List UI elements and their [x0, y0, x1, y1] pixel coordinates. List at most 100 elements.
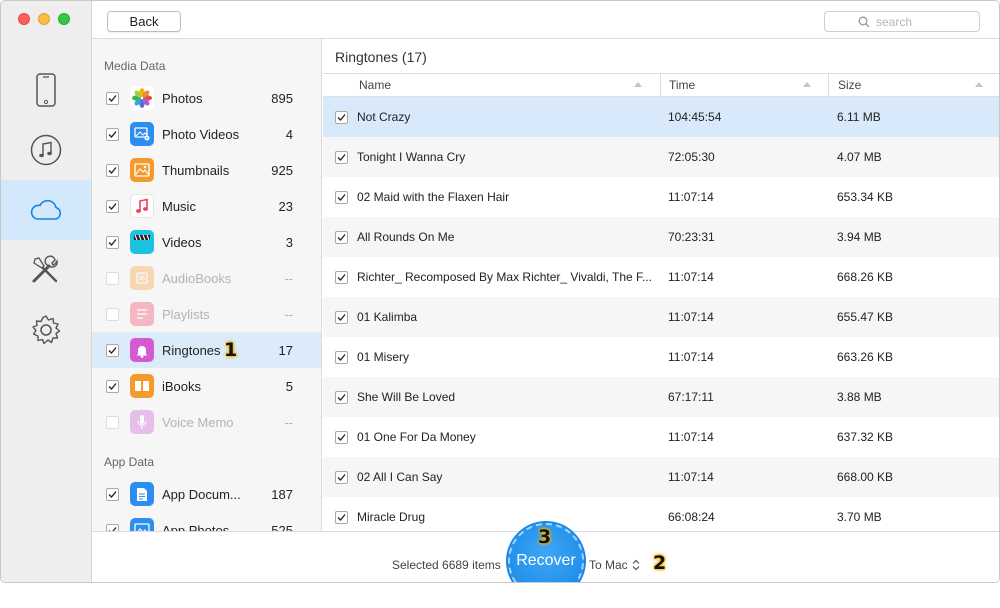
videos-app-icon	[130, 230, 154, 254]
sidebar-item-app-documents[interactable]: App Docum... 187	[92, 476, 321, 512]
search-box[interactable]	[824, 11, 980, 32]
step-1-badge: 1	[224, 339, 238, 361]
sidebar-item-label: iBooks	[162, 378, 202, 394]
checkmark-icon	[337, 194, 346, 201]
checkmark-icon	[108, 94, 117, 102]
table-row[interactable]: Richter_ Recomposed By Max Richter_ Viva…	[323, 257, 999, 297]
media-data-heading: Media Data	[104, 59, 166, 73]
photos-checkbox[interactable]	[106, 91, 119, 105]
cell-size: 653.34 KB	[837, 190, 894, 204]
table-row[interactable]: Miracle Drug 66:08:24 3.70 MB	[323, 497, 999, 531]
photo-videos-checkbox[interactable]	[106, 127, 119, 141]
rail-icloud-button[interactable]	[1, 180, 91, 240]
sidebar-item-label: App Docum...	[162, 486, 241, 502]
column-header-size[interactable]: Size	[838, 74, 861, 96]
music-note-icon	[30, 134, 62, 166]
sidebar-item-label: Photo Videos	[162, 126, 240, 142]
cell-size: 3.70 MB	[837, 510, 882, 524]
app-photos-checkbox[interactable]	[106, 523, 119, 531]
step-3-badge: 3	[538, 526, 552, 548]
row-checkbox[interactable]	[335, 231, 348, 244]
row-checkbox[interactable]	[335, 111, 348, 124]
column-header-time[interactable]: Time	[669, 74, 695, 96]
sort-arrow-icon	[975, 82, 983, 87]
table-row[interactable]: All Rounds On Me 70:23:31 3.94 MB	[323, 217, 999, 257]
cell-size: 3.88 MB	[837, 390, 882, 404]
cell-size: 663.26 KB	[837, 350, 894, 364]
row-checkbox[interactable]	[335, 511, 348, 524]
rail-music-button[interactable]	[1, 120, 91, 180]
table-row[interactable]: Not Crazy 104:45:54 6.11 MB	[323, 97, 999, 137]
sidebar-item-thumbnails[interactable]: Thumbnails 925	[92, 152, 321, 188]
column-header-name[interactable]: Name	[359, 74, 391, 96]
table-row[interactable]: 01 Misery 11:07:14 663.26 KB	[323, 337, 999, 377]
row-checkbox[interactable]	[335, 471, 348, 484]
table-row[interactable]: She Will Be Loved 67:17:11 3.88 MB	[323, 377, 999, 417]
rail-device-button[interactable]	[1, 60, 91, 120]
sort-arrow-icon	[634, 82, 642, 87]
destination-select[interactable]: To Mac	[589, 558, 640, 572]
row-checkbox[interactable]	[335, 191, 348, 204]
music-checkbox[interactable]	[106, 199, 119, 213]
cell-time: 11:07:14	[668, 310, 714, 324]
sidebar-item-ibooks[interactable]: iBooks 5	[92, 368, 321, 404]
close-window-button[interactable]	[18, 13, 30, 25]
ibooks-checkbox[interactable]	[106, 379, 119, 393]
back-button[interactable]: Back	[107, 11, 181, 32]
checkmark-icon	[337, 514, 346, 521]
checkmark-icon	[108, 346, 117, 354]
cell-time: 11:07:14	[668, 350, 714, 364]
row-checkbox[interactable]	[335, 271, 348, 284]
top-toolbar: Back	[92, 1, 999, 39]
table-row[interactable]: 02 Maid with the Flaxen Hair 11:07:14 653.…	[323, 177, 999, 217]
table-row[interactable]: 01 One For Da Money 11:07:14 637.32 KB	[323, 417, 999, 457]
table-header: Name Time Size	[323, 73, 999, 97]
cell-name: 01 Kalimba	[357, 310, 418, 324]
ringtones-checkbox[interactable]	[106, 343, 119, 357]
sidebar-item-photo-videos[interactable]: Photo Videos 4	[92, 116, 321, 152]
table-row[interactable]: Tonight I Wanna Cry 72:05:30 4.07 MB	[323, 137, 999, 177]
cell-size: 4.07 MB	[837, 150, 882, 164]
minimize-window-button[interactable]	[38, 13, 50, 25]
thumbnails-checkbox[interactable]	[106, 163, 119, 177]
search-input[interactable]	[876, 14, 946, 29]
app-data-heading: App Data	[104, 455, 155, 469]
rail-tools-button[interactable]	[1, 240, 91, 300]
cell-name: 02 All I Can Say	[357, 470, 443, 484]
sidebar-item-app-photos[interactable]: App Photos 525	[92, 512, 321, 531]
cell-name: Richter_ Recomposed By Max Richter_ Viva…	[357, 270, 653, 284]
table-row[interactable]: 01 Kalimba 11:07:14 655.47 KB	[323, 297, 999, 337]
checkmark-icon	[337, 474, 346, 481]
checkmark-icon	[108, 130, 117, 138]
checkmark-icon	[337, 434, 346, 441]
app-documents-checkbox[interactable]	[106, 487, 119, 501]
table-row[interactable]: 02 All I Can Say 11:07:14 668.00 KB	[323, 457, 999, 497]
row-checkbox[interactable]	[335, 351, 348, 364]
sidebar-item-videos[interactable]: Videos 3	[92, 224, 321, 260]
category-sidebar: Media Data Photos 895 Photo Videos 4 Thu…	[92, 39, 322, 531]
zoom-window-button[interactable]	[58, 13, 70, 25]
row-checkbox[interactable]	[335, 431, 348, 444]
audiobooks-checkbox	[106, 271, 119, 285]
voice-memo-app-icon	[130, 410, 154, 434]
row-checkbox[interactable]	[335, 151, 348, 164]
search-icon	[858, 16, 870, 27]
playlists-app-icon	[130, 302, 154, 326]
sidebar-item-count: 17	[278, 342, 293, 358]
sidebar-item-count: --	[284, 414, 293, 430]
videos-checkbox[interactable]	[106, 235, 119, 249]
sidebar-item-label: Voice Memo	[162, 414, 234, 430]
sidebar-item-label: Photos	[162, 90, 203, 106]
sidebar-item-ringtones[interactable]: Ringtones 1 17	[92, 332, 321, 368]
main-content: Ringtones (17) Name Time Size Not Crazy 1…	[323, 39, 999, 531]
sidebar-item-count: 23	[278, 198, 293, 214]
sidebar-item-photos[interactable]: Photos 895	[92, 80, 321, 116]
step-2-badge: 2	[653, 552, 667, 574]
cell-time: 11:07:14	[668, 470, 714, 484]
rail-settings-button[interactable]	[1, 300, 91, 360]
cell-time: 11:07:14	[668, 190, 714, 204]
sidebar-item-music[interactable]: Music 23	[92, 188, 321, 224]
row-checkbox[interactable]	[335, 311, 348, 324]
sidebar-item-label: Ringtones	[162, 342, 221, 358]
row-checkbox[interactable]	[335, 391, 348, 404]
